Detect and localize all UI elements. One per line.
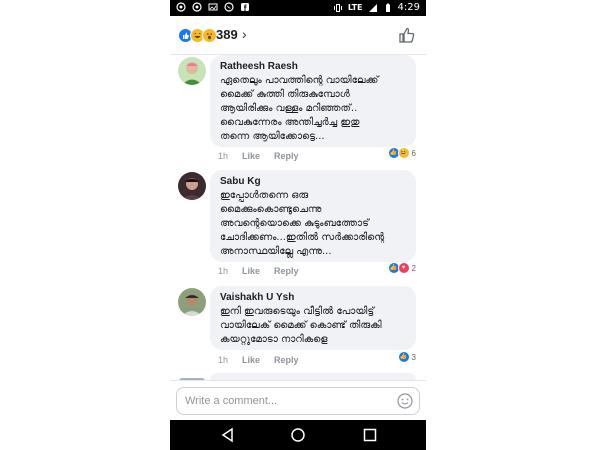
- gallery-icon: [208, 3, 218, 11]
- phone-screen: LTE 4:29 389 › Ratheesh Raesh ഏതെലും പാവ…: [170, 0, 426, 450]
- reaction-count: 389: [216, 27, 238, 42]
- home-icon[interactable]: [290, 427, 306, 443]
- comment-actions: 1h Like Reply: [218, 151, 299, 161]
- like-button[interactable]: [398, 26, 416, 44]
- comment-actions: 1h Like Reply: [218, 266, 299, 276]
- avatar[interactable]: [178, 172, 206, 200]
- comment-reactions[interactable]: 👍 3: [397, 351, 416, 363]
- comment-bubble: Vaishakh U Ysh ഇനി ഇവരുടെയും വീട്ടിൽ പോയ…: [210, 286, 416, 350]
- reaction-count: 6: [411, 148, 416, 158]
- like-link[interactable]: Like: [242, 355, 260, 365]
- comment-bubble: Sabu Kg ഇപ്പോൾതന്നെ ഒരു മൈക്കുംകൊണ്ടുചെന…: [210, 170, 416, 262]
- comment-input[interactable]: Write a comment...: [176, 387, 420, 415]
- comment-text: ഏതെലും പാവത്തിന്റെ വായിലേക്ക് മൈക്ക് കുത…: [220, 75, 379, 142]
- love-icon: ♥: [397, 262, 410, 274]
- reply-link[interactable]: Reply: [274, 355, 299, 365]
- comment-time: 1h: [218, 151, 229, 161]
- reaction-count: 2: [411, 263, 416, 273]
- avatar[interactable]: [178, 288, 206, 316]
- avatar[interactable]: [178, 57, 206, 85]
- commenter-name[interactable]: Vaishakh U Ysh: [220, 292, 406, 303]
- comment-text: ഇനി ഇവരുടെയും വീട്ടിൽ പോയിട്ട് വായിലേക് …: [220, 306, 382, 345]
- whatsapp-icon: [224, 2, 234, 12]
- chevron-right-icon[interactable]: ›: [242, 26, 247, 42]
- haha-icon: 😆: [397, 147, 410, 159]
- chrome-icon: [192, 2, 202, 12]
- battery-icon: [385, 3, 390, 12]
- reply-link[interactable]: Reply: [274, 266, 299, 276]
- comment-composer: Write a comment...: [170, 380, 426, 421]
- commenter-name[interactable]: Ratheesh Raesh: [220, 61, 406, 72]
- wow-icon: [202, 28, 217, 43]
- back-icon[interactable]: [220, 427, 236, 443]
- comment-bubble: Ratheesh Raesh ഏതെലും പാവത്തിന്റെ വായിലേ…: [210, 55, 416, 147]
- like-link[interactable]: Like: [242, 266, 260, 276]
- notification-icon: [176, 2, 186, 12]
- android-nav-bar: [170, 420, 426, 450]
- clock: 4:29: [397, 2, 420, 13]
- like-icon: 👍: [397, 351, 410, 363]
- commenter-name[interactable]: Sabu Kg: [220, 176, 406, 187]
- facebook-icon: [241, 3, 249, 11]
- reactions-summary[interactable]: 389 ›: [170, 16, 426, 55]
- signal-icon: [368, 3, 377, 12]
- comment-reactions[interactable]: 👍 ♥ 2: [387, 262, 416, 274]
- reaction-icons: [178, 28, 217, 43]
- recents-icon[interactable]: [362, 427, 378, 443]
- comment-placeholder: Write a comment...: [185, 395, 278, 407]
- comment-reactions[interactable]: 👍 😆 6: [387, 147, 416, 159]
- comment-actions: 1h Like Reply: [218, 355, 299, 365]
- like-link[interactable]: Like: [242, 151, 260, 161]
- comment-time: 1h: [218, 266, 229, 276]
- reply-link[interactable]: Reply: [274, 151, 299, 161]
- status-bar: LTE 4:29: [170, 0, 426, 16]
- comment-text: ഇപ്പോൾതന്നെ ഒരു മൈക്കുംകൊണ്ടുചെന്നു അവന്…: [220, 190, 385, 257]
- emoji-icon[interactable]: [397, 393, 413, 409]
- comment-time: 1h: [218, 355, 229, 365]
- network-label: LTE: [347, 3, 363, 12]
- vibrate-icon: [333, 3, 342, 12]
- reaction-count: 3: [411, 352, 416, 362]
